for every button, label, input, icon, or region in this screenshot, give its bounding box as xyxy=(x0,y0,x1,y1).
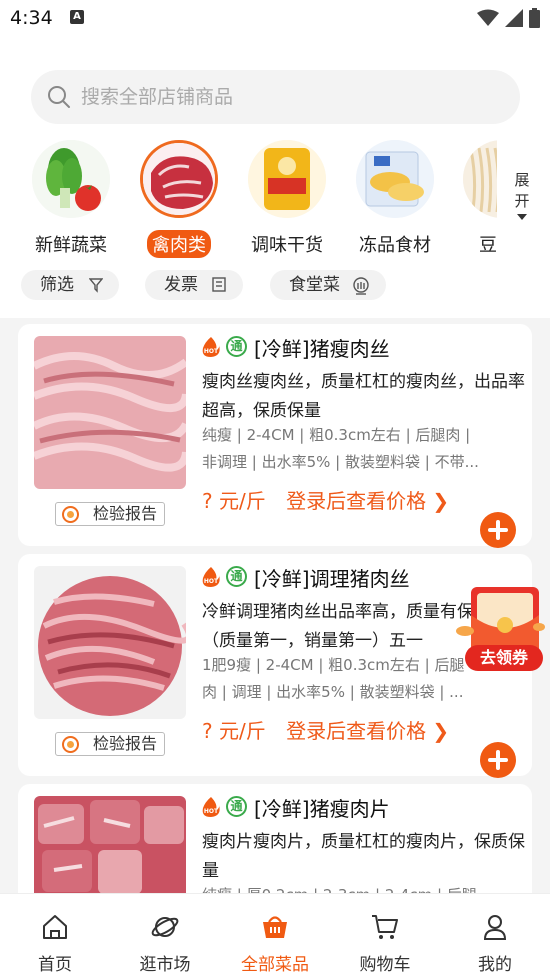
filter-chip[interactable]: 筛选 xyxy=(21,270,119,300)
category-row: 新鲜蔬菜 禽肉类 调味干货 冻品食材 豆 xyxy=(0,140,550,265)
receipt-icon xyxy=(212,277,226,292)
search-bar[interactable] xyxy=(31,70,520,124)
product-tags: 纯瘦 | 厚0.2cm | 2-3cm | 2-4cm | 后腿 xyxy=(202,882,527,893)
status-bar: 4:34 A xyxy=(0,0,550,40)
tab-home[interactable]: 首页 xyxy=(0,894,110,979)
tong-badge: 通 xyxy=(226,566,247,587)
report-icon xyxy=(62,506,79,523)
category-vegetables[interactable]: 新鲜蔬菜 xyxy=(21,140,121,258)
tab-cart[interactable]: 购物车 xyxy=(330,894,440,979)
category-frozen[interactable]: 冻品食材 xyxy=(345,140,445,258)
add-to-cart-button[interactable] xyxy=(480,512,516,548)
search-input[interactable] xyxy=(81,70,501,124)
tab-label: 购物车 xyxy=(359,955,411,975)
tab-label: 首页 xyxy=(38,955,72,975)
price: ? 元/斤 xyxy=(202,719,266,743)
tab-market[interactable]: 逛市场 xyxy=(110,894,220,979)
invoice-label: 发票 xyxy=(164,275,198,295)
product-tags: 非调理 | 出水率5% | 散装塑料袋 | 不带... xyxy=(202,453,479,471)
report-icon xyxy=(62,736,79,753)
cart-icon xyxy=(372,915,398,939)
home-icon xyxy=(43,915,67,939)
product-image xyxy=(34,566,186,719)
planet-icon xyxy=(151,917,179,937)
filter-icon xyxy=(89,278,103,293)
badges: HOT 通 xyxy=(200,796,247,818)
category-label: 调味干货 xyxy=(251,235,323,256)
product-title[interactable]: [冷鲜]猪瘦肉丝 xyxy=(254,333,390,362)
badges: HOT 通 xyxy=(200,566,247,588)
bottom-tab-bar: 首页 逛市场 全部菜品 购物车 我的 xyxy=(0,893,550,979)
product-desc: 瘦肉丝瘦肉丝，质量杠杠的瘦肉丝，出品率超高，保质保量 xyxy=(202,372,525,421)
badges: HOT 通 xyxy=(200,336,247,358)
canteen-chip[interactable]: 食堂菜 xyxy=(270,270,386,300)
seasoning-image xyxy=(248,140,326,218)
chevron-down-icon xyxy=(517,214,527,220)
tab-label: 全部菜品 xyxy=(241,955,309,975)
status-time: 4:34 xyxy=(10,7,53,29)
tong-badge: 通 xyxy=(226,336,247,357)
hot-icon: HOT xyxy=(202,567,220,587)
user-icon xyxy=(483,915,507,940)
login-to-view-price-link[interactable]: 登录后查看价格 ❯ xyxy=(286,489,449,513)
price-line: ? 元/斤 登录后查看价格 ❯ xyxy=(202,715,449,744)
basket-icon xyxy=(263,916,287,938)
tab-all-dishes[interactable]: 全部菜品 xyxy=(220,894,330,979)
tab-label: 我的 xyxy=(478,955,512,975)
canteen-label: 食堂菜 xyxy=(289,275,340,295)
price: ? 元/斤 xyxy=(202,489,266,513)
product-tags: 肉 | 调理 | 出水率5% | 散装塑料袋 | ... xyxy=(202,683,464,701)
dish-icon xyxy=(353,277,369,295)
price-line: ? 元/斤 登录后查看价格 ❯ xyxy=(202,485,449,514)
category-meat[interactable]: 禽肉类 xyxy=(129,140,229,258)
expand-button[interactable]: 展开 xyxy=(507,170,537,220)
report-label: 检验报告 xyxy=(92,504,157,523)
filter-label: 筛选 xyxy=(40,275,74,295)
invoice-chip[interactable]: 发票 xyxy=(145,270,243,300)
signal-icon xyxy=(505,9,523,27)
svg-text:HOT: HOT xyxy=(204,348,219,355)
login-to-view-price-link[interactable]: 登录后查看价格 ❯ xyxy=(286,719,449,743)
inspection-report-button[interactable]: 检验报告 xyxy=(55,732,165,756)
product-image xyxy=(34,796,186,893)
category-partial[interactable]: 豆 xyxy=(453,140,497,258)
coupon-button[interactable]: 去领券 xyxy=(455,585,545,673)
tab-mine[interactable]: 我的 xyxy=(440,894,550,979)
status-icons xyxy=(477,8,540,28)
vegetables-image xyxy=(32,140,110,218)
product-desc: 瘦肉片瘦肉片，质量杠杠的瘦肉片，保质保量 xyxy=(202,832,525,881)
svg-text:HOT: HOT xyxy=(204,808,219,815)
frozen-food-image xyxy=(356,140,434,218)
meat-image xyxy=(140,140,218,218)
product-image xyxy=(34,336,186,489)
tong-badge: 通 xyxy=(226,796,247,817)
search-icon xyxy=(48,86,70,108)
category-label: 冻品食材 xyxy=(359,235,431,256)
inspection-report-button[interactable]: 检验报告 xyxy=(55,502,165,526)
category-label: 禽肉类 xyxy=(147,230,211,258)
filter-row: 筛选 发票 食堂菜 xyxy=(0,270,550,302)
noodle-image xyxy=(463,140,497,218)
product-card[interactable]: HOT 通 [冷鲜]猪瘦肉片 瘦肉片瘦肉片，质量杠杠的瘦肉片，保质保量 纯瘦 |… xyxy=(18,784,532,893)
hot-icon: HOT xyxy=(202,337,220,357)
battery-icon xyxy=(529,8,540,28)
product-title[interactable]: [冷鲜]调理猪肉丝 xyxy=(254,563,410,592)
expand-label: 展开 xyxy=(514,171,530,210)
category-label: 新鲜蔬菜 xyxy=(35,235,107,256)
svg-text:HOT: HOT xyxy=(204,578,219,585)
product-title[interactable]: [冷鲜]猪瘦肉片 xyxy=(254,793,390,822)
report-label: 检验报告 xyxy=(92,734,157,753)
wifi-icon xyxy=(477,9,499,26)
hot-icon: HOT xyxy=(202,797,220,817)
notification-icon: A xyxy=(70,10,84,24)
product-tags: 纯瘦 | 2-4CM | 粗0.3cm左右 | 后腿肉 | xyxy=(202,426,471,444)
tab-label: 逛市场 xyxy=(139,955,191,975)
coupon-label: 去领券 xyxy=(479,648,528,667)
category-label: 豆 xyxy=(479,235,497,256)
add-to-cart-button[interactable] xyxy=(480,742,516,778)
category-seasoning[interactable]: 调味干货 xyxy=(237,140,337,258)
product-card[interactable]: 检验报告 HOT 通 [冷鲜]猪瘦肉丝 瘦肉丝瘦肉丝，质量杠杠的瘦肉丝，出品率超… xyxy=(18,324,532,548)
